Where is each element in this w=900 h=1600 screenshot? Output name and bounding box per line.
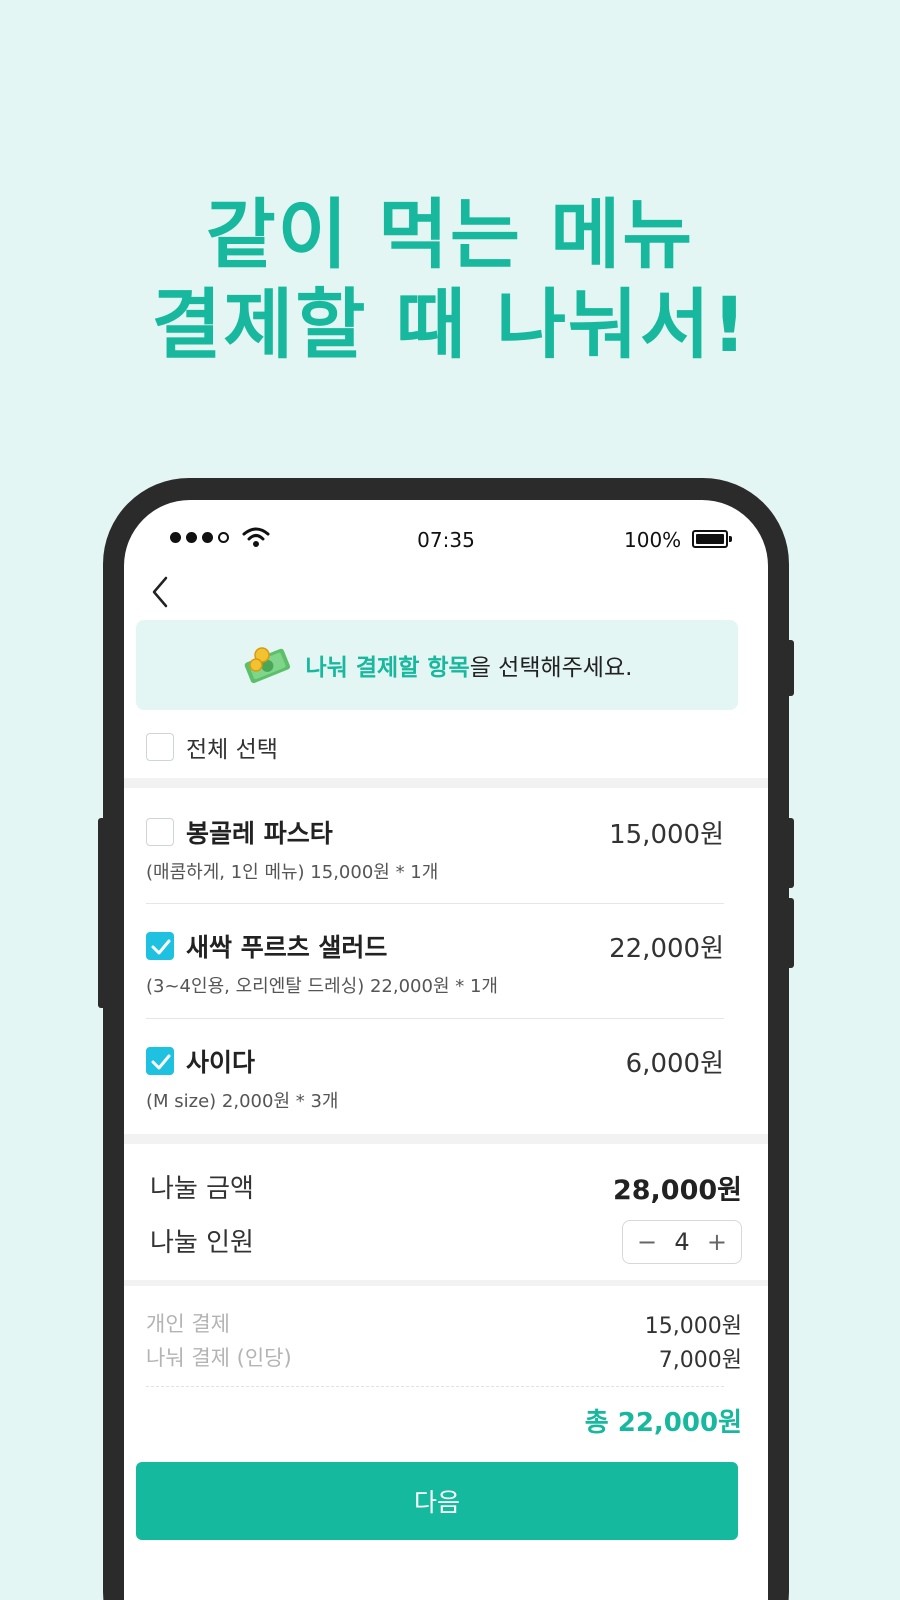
item-checkbox[interactable] — [146, 818, 174, 846]
phone-side-button — [98, 818, 110, 1008]
split-amount-value: 28,000원 — [612, 1175, 742, 1206]
list-item[interactable]: 새싹 푸르츠 샐러드 22,000원 (3~4인용, 오리엔탈 드레싱) 22,… — [146, 928, 724, 998]
split-amount-label: 나눌 금액 — [150, 1174, 254, 1204]
item-price: 15,000원 — [609, 820, 724, 850]
item-checkbox[interactable] — [146, 1047, 174, 1075]
item-name: 봉골레 파스타 — [186, 819, 333, 848]
item-divider — [146, 1018, 724, 1019]
item-name: 새싹 푸르츠 샐러드 — [186, 933, 388, 962]
split-payment-value: 7,000원 — [658, 1348, 742, 1373]
banner-text: 나눠 결제할 항목을 선택해주세요. — [306, 648, 633, 682]
banner-rest: 을 선택해주세요. — [469, 655, 633, 681]
status-bar: 07:35 100% — [124, 522, 768, 558]
item-divider — [146, 903, 724, 904]
split-payment-label: 나눠 결제 (인당) — [146, 1346, 292, 1370]
item-price: 22,000원 — [609, 934, 724, 964]
checkbox-icon[interactable] — [146, 733, 174, 761]
money-icon — [244, 647, 290, 684]
item-checkbox[interactable] — [146, 932, 174, 960]
section-divider — [124, 1134, 768, 1144]
check-icon — [151, 1054, 171, 1070]
summary-divider — [146, 1386, 724, 1387]
headline-line-1: 같이 먹는 메뉴 — [205, 190, 695, 279]
banner-highlight: 나눠 결제할 항목 — [305, 655, 470, 681]
personal-payment-label: 개인 결제 — [146, 1312, 230, 1336]
personal-payment-value: 15,000원 — [644, 1314, 742, 1339]
list-item[interactable]: 봉골레 파스타 15,000원 (매콤하게, 1인 메뉴) 15,000원 * … — [146, 814, 724, 884]
promo-headline: 같이 먹는 메뉴 결제할 때 나눠서! — [0, 190, 900, 370]
section-divider — [124, 1280, 768, 1286]
item-description: (M size) 2,000원 * 3개 — [146, 1091, 339, 1112]
section-divider — [124, 778, 768, 788]
phone-side-button — [782, 818, 794, 888]
battery-icon — [692, 530, 732, 548]
battery-percent: 100% — [624, 528, 682, 552]
item-name: 사이다 — [186, 1048, 256, 1077]
back-icon[interactable] — [146, 572, 174, 612]
people-stepper[interactable]: − 4 + — [622, 1220, 742, 1264]
item-description: (3~4인용, 오리엔탈 드레싱) 22,000원 * 1개 — [146, 976, 498, 997]
headline-line-2: 결제할 때 나눠서! — [151, 280, 749, 369]
item-description: (매콤하게, 1인 메뉴) 15,000원 * 1개 — [146, 862, 439, 883]
phone-side-button — [782, 898, 794, 968]
total-amount: 총 22,000원 — [584, 1408, 742, 1438]
select-all-label: 전체 선택 — [186, 737, 278, 763]
select-all-checkbox[interactable]: 전체 선택 — [146, 730, 278, 764]
list-item[interactable]: 사이다 6,000원 (M size) 2,000원 * 3개 — [146, 1043, 724, 1113]
split-people-label: 나눌 인원 — [150, 1228, 254, 1258]
app-screen: 07:35 100% 나눠 결제할 항목을 선택해주세요. 전체 선택 봉골레 … — [124, 500, 768, 1600]
item-price: 6,000원 — [625, 1049, 724, 1079]
minus-button[interactable]: − — [637, 1228, 657, 1256]
check-icon — [151, 939, 171, 955]
next-button[interactable]: 다음 — [136, 1462, 738, 1540]
plus-button[interactable]: + — [707, 1228, 727, 1256]
phone-side-button — [782, 640, 794, 696]
people-count: 4 — [674, 1228, 690, 1256]
instruction-banner: 나눠 결제할 항목을 선택해주세요. — [136, 620, 738, 710]
